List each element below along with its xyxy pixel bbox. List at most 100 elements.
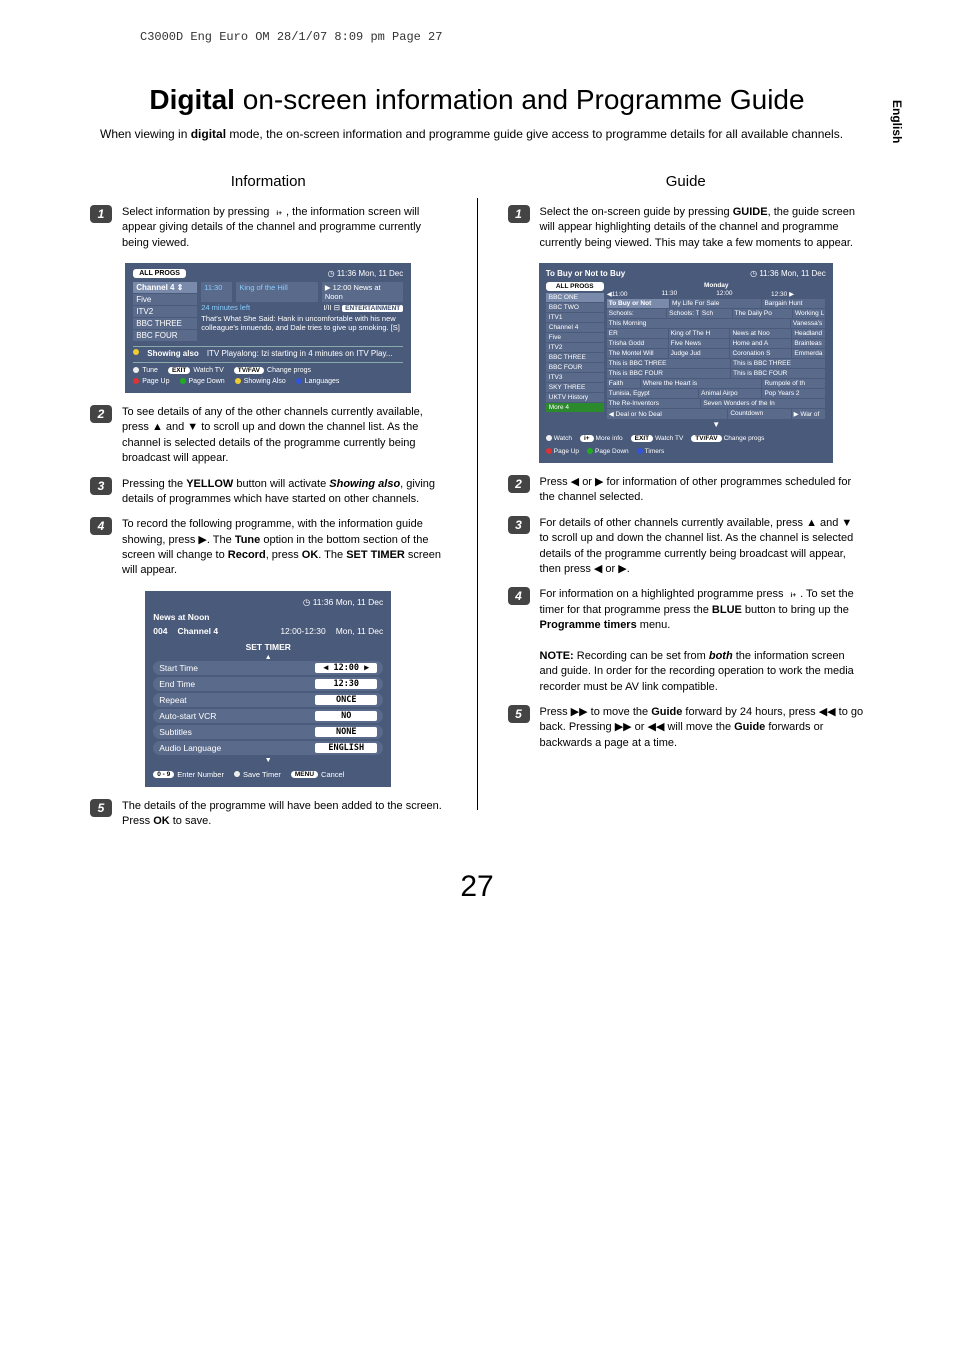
guide-channel: More 4	[546, 403, 604, 412]
exit-pill: EXIT	[168, 367, 190, 374]
guide-channel: Five	[546, 333, 604, 342]
guide-cell: The Daily Po	[733, 309, 792, 318]
channel-list: Channel 4 ⇕FiveITV2BBC THREEBBC FOUR	[133, 282, 197, 342]
guide-row: To Buy or NotMy Life For SaleBargain Hun…	[607, 299, 826, 308]
l3b: YELLOW	[186, 478, 233, 490]
timer-row: Audio LanguageENGLISH	[153, 741, 383, 755]
gf-change: Change progs	[724, 435, 765, 442]
genre-badge: ENTERTAINMENT	[342, 305, 403, 312]
l4b: Tune	[235, 534, 260, 546]
info-heading: Information	[90, 173, 447, 190]
guide-cell: This is BBC FOUR	[731, 369, 825, 378]
timer-head: SET TIMER	[153, 642, 383, 652]
timer-row-label: Auto-start VCR	[159, 711, 216, 721]
blue-dot-icon	[637, 448, 643, 454]
guide-cell: This Morning	[607, 319, 790, 328]
now-time: 11:30	[201, 282, 232, 302]
guide-cell: Bargain Hunt	[762, 299, 824, 308]
channel-row: BBC FOUR	[133, 330, 197, 341]
blue-dot-icon	[296, 378, 302, 384]
timer-row-label: Audio Language	[159, 743, 221, 753]
gf-exit: EXIT	[631, 435, 653, 442]
guide-channel: BBC THREE	[546, 353, 604, 362]
l5c: to save.	[170, 815, 212, 827]
guide-cell: Emmerda	[792, 349, 824, 358]
guide-channel: BBC FOUR	[546, 363, 604, 372]
guide-cell: Faith	[607, 379, 640, 388]
step-badge: 1	[508, 205, 530, 223]
guide-row: This is BBC THREEThis is BBC THREE	[607, 359, 826, 368]
l3d: Showing also	[329, 478, 400, 490]
column-divider	[477, 198, 478, 810]
guide-cell: Home and A	[730, 339, 791, 348]
right-step-4: 4 For information on a highlighted progr…	[508, 587, 865, 695]
guide-cell: Brainteas	[792, 339, 824, 348]
r3: For details of other channels currently …	[540, 516, 865, 578]
down-tri-icon: ▼	[607, 420, 826, 429]
white-dot-icon	[546, 435, 552, 441]
title-bold: Digital	[149, 84, 235, 115]
left-s2: To see details of any of the other chann…	[122, 405, 447, 467]
r5d: Guide	[734, 721, 765, 733]
gf-pgup: Page Up	[554, 448, 579, 455]
channel-row: Channel 4 ⇕	[133, 282, 197, 293]
prog-desc: That's What She Said: Hank in uncomforta…	[201, 314, 403, 332]
guide-cell: Five News	[669, 339, 730, 348]
epg-time: 11:36 Mon, 11 Dec	[337, 269, 403, 278]
timer-row-value: ONCE	[315, 695, 377, 705]
menu-oval: MENU	[291, 771, 318, 778]
step-badge: 3	[508, 516, 530, 534]
step-badge: 4	[508, 587, 530, 605]
l4e: , press	[266, 549, 302, 561]
guide-cell: Sch	[700, 309, 732, 318]
guide-row: FaithWhere the Heart isRumpole of th	[607, 379, 826, 388]
left-step-3: 3 Pressing the YELLOW button will activa…	[90, 477, 447, 508]
tvfav-pill: TV/FAV	[234, 367, 264, 374]
guide-heading: Guide	[508, 173, 865, 190]
green-dot-icon	[180, 378, 186, 384]
up-tri-icon: ▲	[153, 654, 383, 661]
gf-watch: Watch	[554, 435, 572, 442]
epg-footer: Tune EXITWatch TV TV/FAVChange progs	[133, 367, 403, 374]
timer-row-label: Subtitles	[159, 727, 192, 737]
green-dot-icon	[587, 448, 593, 454]
r4f: menu.	[637, 619, 671, 631]
step-badge: 2	[90, 405, 112, 423]
guide-title: To Buy or Not to Buy	[546, 269, 625, 278]
pdf-header-slug: C3000D Eng Euro OM 28/1/07 8:09 pm Page …	[140, 30, 934, 44]
guide-cell: ER	[607, 329, 668, 338]
guide-channel: BBC TWO	[546, 303, 604, 312]
foot-enter: Enter Number	[177, 770, 224, 779]
step-badge: 5	[508, 705, 530, 723]
channel-row: ITV2	[133, 306, 197, 317]
page-title: Digital on-screen information and Progra…	[20, 84, 934, 116]
step1-a: Select information by pressing	[122, 206, 272, 218]
guide-channel: SKY THREE	[546, 383, 604, 392]
timer-row: SubtitlesNONE	[153, 725, 383, 739]
guide-row: Trisha GoddFive NewsHome and ABrainteas	[607, 339, 826, 348]
step-badge: 4	[90, 517, 112, 535]
guide-row: ◀ Deal or No DealCountdown▶ War of	[607, 409, 826, 419]
guide-cell: Animal Airpo	[699, 389, 761, 398]
intro-b: digital	[191, 127, 226, 141]
language-tab: English	[890, 100, 904, 143]
set-timer-mock: ◷ 11:36 Mon, 11 Dec News at Noon 004 Cha…	[145, 591, 391, 787]
timer-row-label: Start Time	[159, 663, 198, 673]
step-badge: 5	[90, 799, 112, 817]
white-dot-icon	[133, 367, 139, 373]
right-step-5: 5 Press ▶▶ to move the Guide forward by …	[508, 705, 865, 751]
right-step-1: 1 Select the on-screen guide by pressing…	[508, 205, 865, 251]
foot-showing: Showing Also	[244, 378, 286, 385]
l4g: . The	[318, 549, 346, 561]
guide-channel: ITV2	[546, 343, 604, 352]
intro-c: mode, the on-screen information and prog…	[226, 127, 843, 141]
guide-row: The Montel WillJudge JudCoronation SEmme…	[607, 349, 826, 358]
l3a: Pressing the	[122, 478, 186, 490]
guide-allprogs: ALL PROGS	[546, 282, 604, 291]
yellow-dot-icon	[235, 378, 241, 384]
gf-tvfav: TV/FAV	[691, 435, 721, 442]
note-a: Recording can be set from	[574, 650, 709, 662]
guide-cell: Rumpole of th	[762, 379, 824, 388]
step-badge: 1	[90, 205, 112, 223]
r4c: BLUE	[712, 604, 742, 616]
